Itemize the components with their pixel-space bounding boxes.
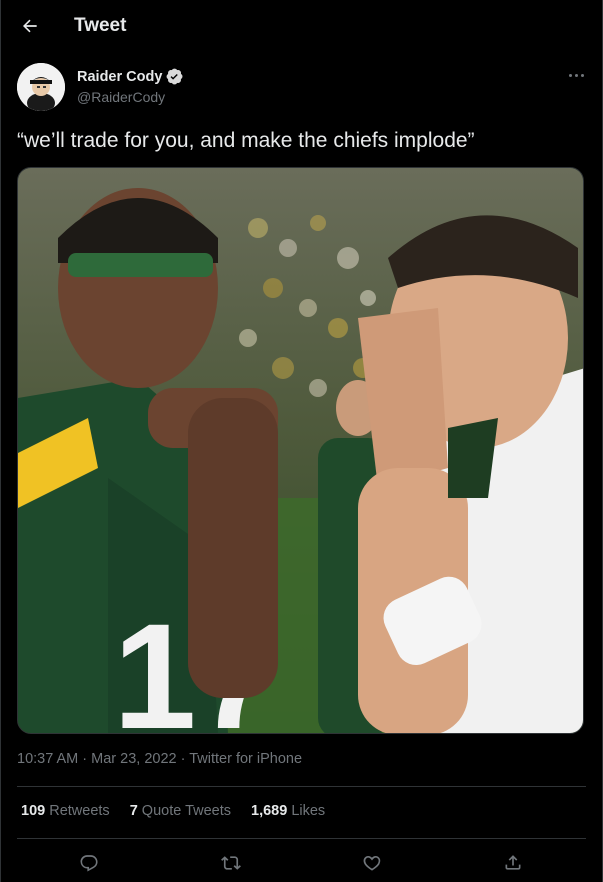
likes-stat[interactable]: 1,689 Likes — [251, 803, 325, 819]
more-options-button[interactable] — [566, 69, 586, 81]
tweet-stats: 109 Retweets 7 Quote Tweets 1,689 Likes — [21, 803, 325, 819]
author-row: Raider Cody @RaiderCody — [17, 63, 586, 113]
back-button[interactable] — [17, 13, 43, 39]
retweet-icon — [221, 856, 241, 870]
likes-label: Likes — [291, 803, 326, 819]
action-bar — [1, 848, 602, 878]
likes-count: 1,689 — [251, 803, 288, 819]
divider — [17, 786, 586, 787]
divider — [17, 838, 586, 839]
retweets-stat[interactable]: 109 Retweets — [21, 803, 110, 819]
header: Tweet — [1, 0, 602, 53]
retweet-button[interactable] — [216, 848, 246, 878]
tweet-text: “we’ll trade for you, and make the chief… — [17, 129, 475, 152]
arrow-left-icon — [23, 19, 37, 33]
tweet-photo[interactable]: 17 — [17, 167, 584, 734]
retweets-count: 109 — [21, 803, 46, 819]
more-dots-icon — [568, 73, 572, 77]
avatar[interactable] — [17, 63, 65, 111]
quote-tweets-count: 7 — [129, 803, 138, 819]
author-name-row: Raider Cody — [77, 68, 183, 85]
verified-badge-icon — [166, 68, 183, 85]
tweet-timestamp: 10:37 AM · Mar 23, 2022 · Twitter for iP… — [17, 751, 303, 767]
like-button[interactable] — [357, 848, 387, 878]
heart-icon — [363, 855, 381, 871]
author-name[interactable]: Raider Cody — [77, 69, 162, 85]
tweet-page: Tweet Raider Cody @RaiderCody “we’ll tra… — [0, 0, 603, 882]
share-button[interactable] — [498, 848, 528, 878]
quote-tweets-stat[interactable]: 7 Quote Tweets — [130, 803, 231, 819]
reply-icon — [80, 855, 98, 872]
quote-tweets-label: Quote Tweets — [141, 803, 231, 819]
reply-button[interactable] — [74, 848, 104, 878]
page-title: Tweet — [74, 15, 127, 36]
share-icon — [505, 855, 521, 870]
retweets-label: Retweets — [49, 803, 110, 819]
author-handle[interactable]: @RaiderCody — [77, 89, 165, 105]
